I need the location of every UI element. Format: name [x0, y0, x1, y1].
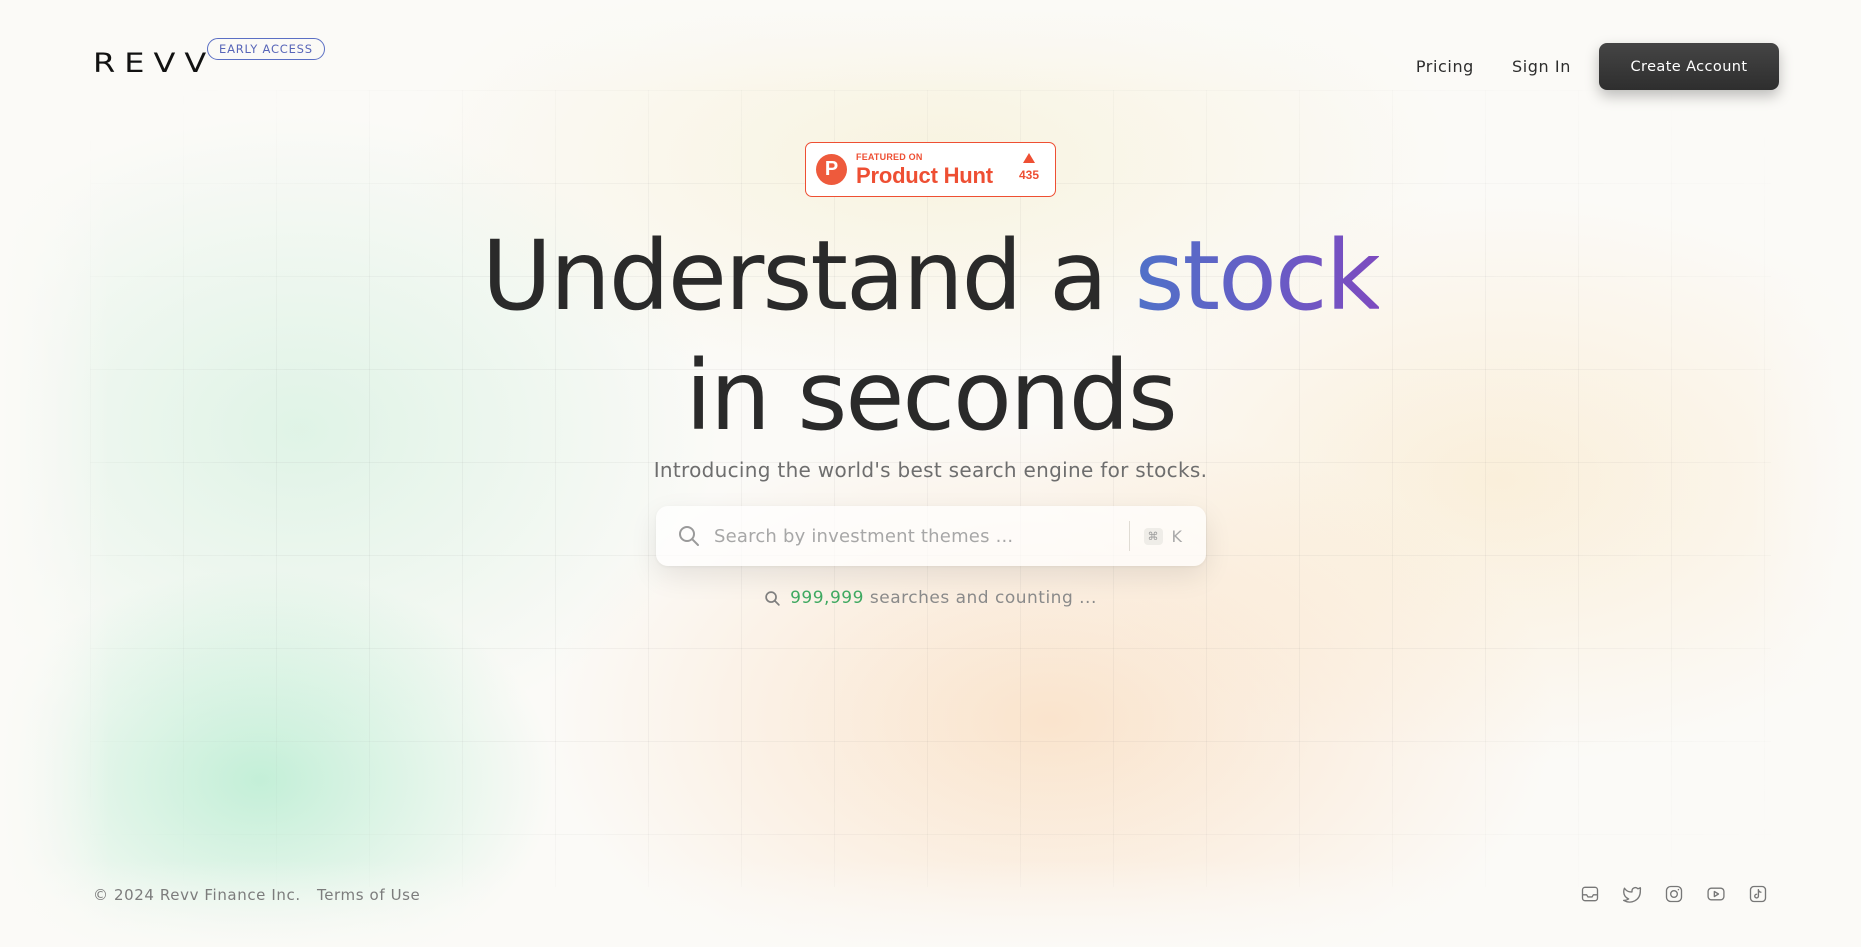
- hero-accent-word: stock: [1134, 220, 1381, 332]
- footer: © 2024 Revv Finance Inc. Terms of Use: [0, 880, 1861, 910]
- product-hunt-votes: 435: [1019, 153, 1039, 182]
- search-bar[interactable]: ⌘ K: [656, 506, 1206, 566]
- product-hunt-logo-icon: P: [816, 154, 847, 185]
- logo-wordmark[interactable]: REVV: [93, 50, 215, 76]
- youtube-icon[interactable]: [1706, 884, 1726, 904]
- product-hunt-name: Product Hunt: [856, 162, 993, 188]
- search-count: 999,999: [790, 588, 864, 608]
- product-hunt-text: FEATURED ON Product Hunt: [856, 151, 993, 188]
- search-divider: [1128, 521, 1130, 551]
- tiktok-icon[interactable]: [1748, 884, 1768, 904]
- twitter-icon[interactable]: [1622, 884, 1642, 904]
- create-account-button[interactable]: Create Account: [1599, 43, 1779, 90]
- product-hunt-vote-count: 435: [1018, 168, 1039, 182]
- terms-of-use-link[interactable]: Terms of Use: [317, 886, 420, 904]
- hero-line-1: Understand a stock: [0, 216, 1861, 336]
- copyright-text: © 2024 Revv Finance Inc.: [93, 886, 301, 904]
- shortcut-key: K: [1171, 526, 1183, 546]
- instagram-icon[interactable]: [1664, 884, 1684, 904]
- product-hunt-featured-label: FEATURED ON: [856, 151, 923, 162]
- hero-line-2: in seconds: [685, 340, 1177, 452]
- early-access-badge: EARLY ACCESS: [207, 38, 325, 60]
- product-hunt-badge[interactable]: P FEATURED ON Product Hunt 435: [805, 142, 1056, 197]
- search-counter: 999,999 searches and counting ...: [0, 588, 1861, 608]
- keyboard-shortcut: ⌘ K: [1143, 526, 1183, 546]
- search-count-suffix: searches and counting ...: [869, 588, 1097, 608]
- hero-heading: Understand a stock in seconds: [0, 216, 1861, 456]
- pricing-link[interactable]: Pricing: [1416, 57, 1474, 76]
- top-header: REVV EARLY ACCESS Pricing Sign In Create…: [0, 0, 1861, 110]
- mail-icon[interactable]: [1580, 884, 1600, 904]
- social-links: [1558, 884, 1768, 904]
- upvote-triangle-icon: [1022, 153, 1035, 163]
- command-key-icon: ⌘: [1143, 527, 1163, 545]
- hero-line-1-prefix: Understand a: [481, 220, 1108, 332]
- sign-in-link[interactable]: Sign In: [1512, 57, 1571, 76]
- logo[interactable]: REVV EARLY ACCESS: [93, 38, 325, 82]
- counter-search-icon: [765, 590, 780, 606]
- search-input[interactable]: [714, 525, 1104, 547]
- top-nav: Pricing Sign In Create Account: [1416, 43, 1779, 90]
- hero-subtitle: Introducing the world's best search engi…: [653, 458, 1208, 482]
- search-icon: [679, 526, 699, 546]
